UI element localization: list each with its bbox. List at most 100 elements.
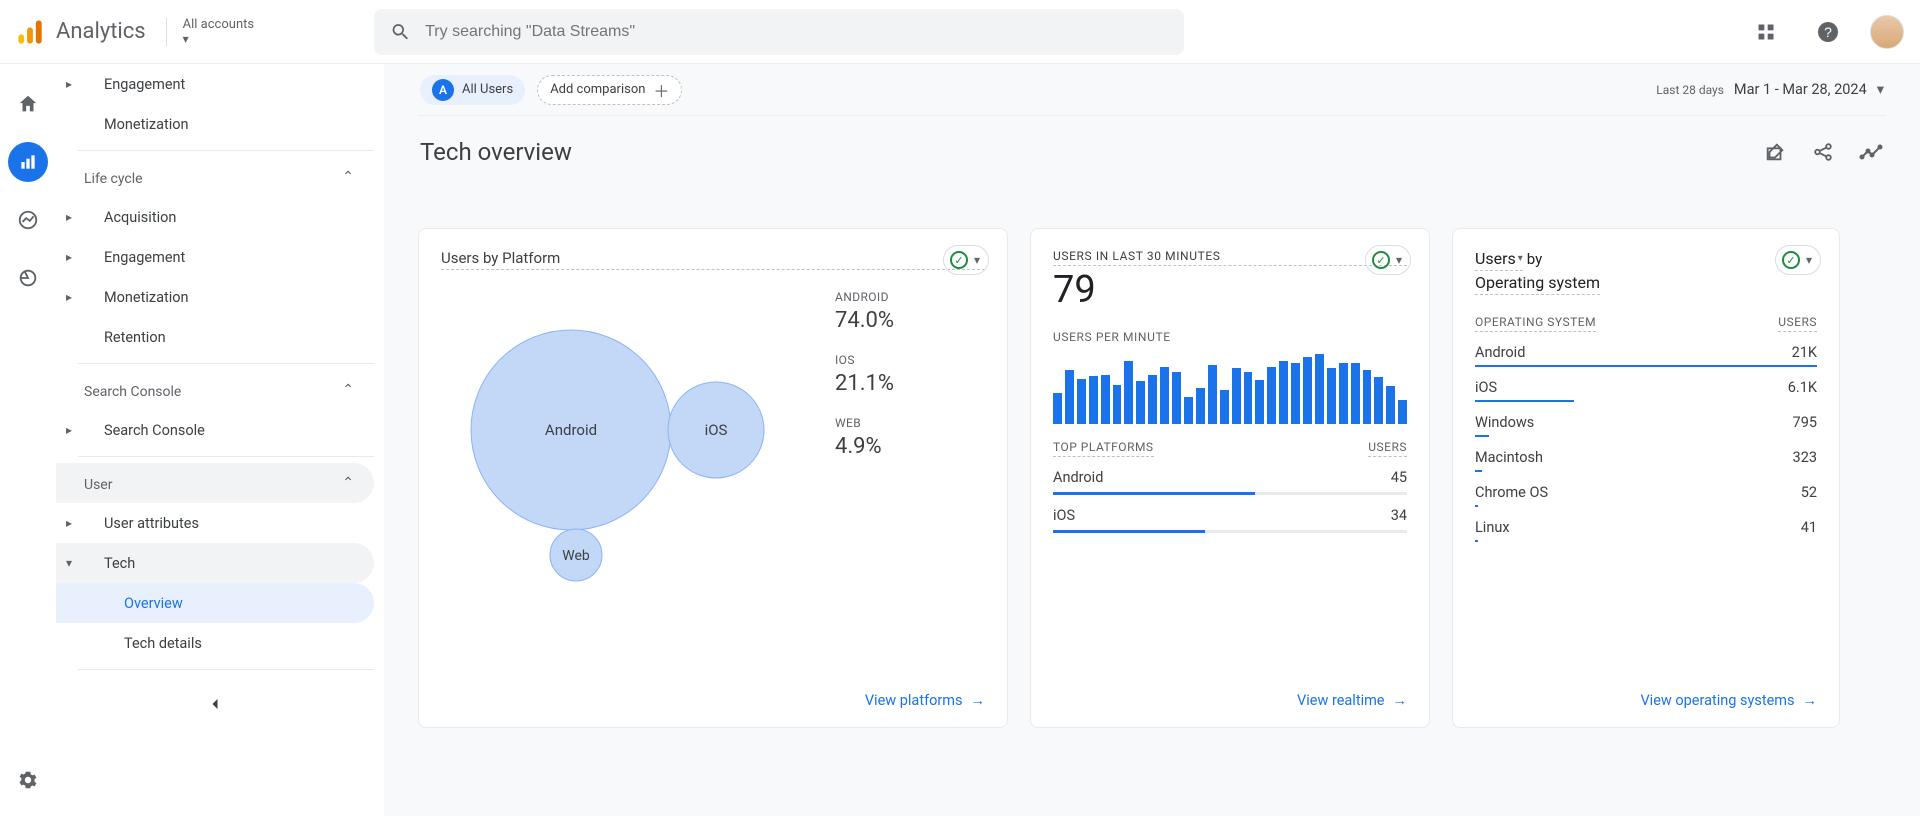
stat-row: WEB 4.9% <box>835 416 985 459</box>
bar <box>1232 368 1241 424</box>
bubble-chart: Android iOS Web <box>441 290 835 682</box>
bar <box>1220 390 1229 424</box>
bar <box>1184 397 1193 424</box>
customize-report-icon[interactable] <box>1762 139 1788 165</box>
app-header: Analytics All accounts ▾ ? <box>0 0 1920 64</box>
users-per-minute-chart <box>1053 350 1407 424</box>
sidebar-item-engagement[interactable]: Engagement <box>56 237 374 277</box>
add-comparison-chip[interactable]: Add comparison ＋ <box>537 75 682 105</box>
check-circle-icon: ✓ <box>1372 251 1390 269</box>
group-search-console[interactable]: Search Console ⌃ <box>56 370 374 410</box>
card-users-by-platform: Users by Platform ✓ ▾ Android iOS <box>418 228 1008 728</box>
main-content: A All Users Add comparison ＋ Last 28 day… <box>384 64 1920 816</box>
bubble-label-ios: iOS <box>705 421 728 439</box>
view-realtime-link[interactable]: View realtime → <box>1053 682 1407 709</box>
view-os-link[interactable]: View operating systems → <box>1475 682 1817 709</box>
group-life-cycle[interactable]: Life cycle ⌃ <box>56 157 374 197</box>
users-per-minute-label: USERS PER MINUTE <box>1053 330 1407 344</box>
arrow-right-icon: → <box>971 692 986 709</box>
sidebar-item-acquisition[interactable]: Acquisition <box>56 197 374 237</box>
bar <box>1148 375 1157 424</box>
home-icon[interactable] <box>8 84 48 124</box>
audience-chip[interactable]: A All Users <box>420 75 525 105</box>
user-avatar[interactable] <box>1870 15 1904 49</box>
sidebar-item-tech[interactable]: Tech <box>56 543 374 583</box>
stat-row: ANDROID 74.0% <box>835 290 985 333</box>
nav-rail <box>0 64 56 816</box>
account-picker[interactable]: All accounts ▾ <box>183 17 254 46</box>
bar <box>1398 400 1407 424</box>
bar <box>1136 381 1145 424</box>
chevron-up-icon: ⌃ <box>342 382 354 398</box>
insights-icon[interactable] <box>1858 139 1884 165</box>
card-title-complex[interactable]: Users▾ by Operating system <box>1475 249 1817 295</box>
advertising-icon[interactable] <box>8 258 48 298</box>
chevron-down-icon: ▾ <box>974 253 980 267</box>
sidebar-item-monetization-top[interactable]: Monetization <box>56 104 374 144</box>
view-platforms-link[interactable]: View platforms → <box>441 682 985 709</box>
table-row: Linux41 <box>1475 519 1817 542</box>
chevron-down-icon: ▾ <box>183 32 189 46</box>
date-range-picker[interactable]: Last 28 days Mar 1 - Mar 28, 2024 ▾ <box>1656 81 1884 98</box>
chevron-down-icon: ▾ <box>1877 81 1884 98</box>
bar <box>1160 367 1169 424</box>
bar <box>1315 354 1324 424</box>
apps-icon[interactable] <box>1746 12 1786 52</box>
bar <box>1208 365 1217 424</box>
card-status-menu[interactable]: ✓ ▾ <box>943 245 989 275</box>
table-row: iOS34 <box>1053 507 1407 533</box>
realtime-count: 79 <box>1053 268 1407 312</box>
chevron-down-icon: ▾ <box>1806 253 1812 267</box>
logo-group: Analytics <box>16 18 146 46</box>
sidebar-item-user-attributes[interactable]: User attributes <box>56 503 374 543</box>
table-row: Android21K <box>1475 344 1817 367</box>
table-row: Macintosh323 <box>1475 449 1817 472</box>
bar <box>1303 357 1312 424</box>
admin-gear-icon[interactable] <box>8 760 48 800</box>
bubble-label-android: Android <box>545 421 597 439</box>
collapse-sidebar-icon[interactable] <box>205 694 225 718</box>
search-input[interactable] <box>425 23 1168 41</box>
chevron-up-icon: ⌃ <box>342 169 354 185</box>
card-title: Users by Platform <box>441 249 985 270</box>
svg-text:?: ? <box>1824 24 1832 40</box>
explore-icon[interactable] <box>8 200 48 240</box>
product-name: Analytics <box>56 19 146 44</box>
group-user[interactable]: User ⌃ <box>56 463 374 503</box>
sidebar-item-tech-details[interactable]: Tech details <box>56 623 374 663</box>
bar <box>1339 363 1348 424</box>
sidebar-item-search-console[interactable]: Search Console <box>56 410 374 450</box>
bar <box>1244 372 1253 424</box>
comparison-bar: A All Users Add comparison ＋ Last 28 day… <box>418 64 1886 116</box>
table-row: iOS6.1K <box>1475 379 1817 402</box>
chevron-up-icon: ⌃ <box>342 475 354 491</box>
card-status-menu[interactable]: ✓ ▾ <box>1365 245 1411 275</box>
sidebar-item-monetization[interactable]: Monetization <box>56 277 374 317</box>
bar <box>1053 393 1062 424</box>
table-row: Android45 <box>1053 469 1407 495</box>
share-icon[interactable] <box>1810 139 1836 165</box>
divider <box>78 150 374 151</box>
stat-row: IOS 21.1% <box>835 353 985 396</box>
analytics-logo-icon <box>16 18 44 46</box>
header-actions: ? <box>1746 12 1904 52</box>
sidebar-item-engagement-top[interactable]: Engagement <box>56 64 374 104</box>
sidebar-item-overview[interactable]: Overview <box>56 583 374 623</box>
bar <box>1291 363 1300 424</box>
help-icon[interactable]: ? <box>1808 12 1848 52</box>
reports-icon[interactable] <box>8 142 48 182</box>
bar <box>1089 376 1098 424</box>
bar <box>1363 370 1372 424</box>
bar <box>1374 377 1383 424</box>
search-bar[interactable] <box>374 9 1184 55</box>
page-title: Tech overview <box>420 138 572 166</box>
bar <box>1351 363 1360 424</box>
divider <box>78 363 374 364</box>
card-status-menu[interactable]: ✓ ▾ <box>1775 245 1821 275</box>
bar <box>1196 388 1205 424</box>
bar <box>1124 361 1133 424</box>
check-circle-icon: ✓ <box>950 251 968 269</box>
audience-label: All Users <box>462 82 513 97</box>
bar <box>1327 368 1336 424</box>
sidebar-item-retention[interactable]: Retention <box>56 317 374 357</box>
